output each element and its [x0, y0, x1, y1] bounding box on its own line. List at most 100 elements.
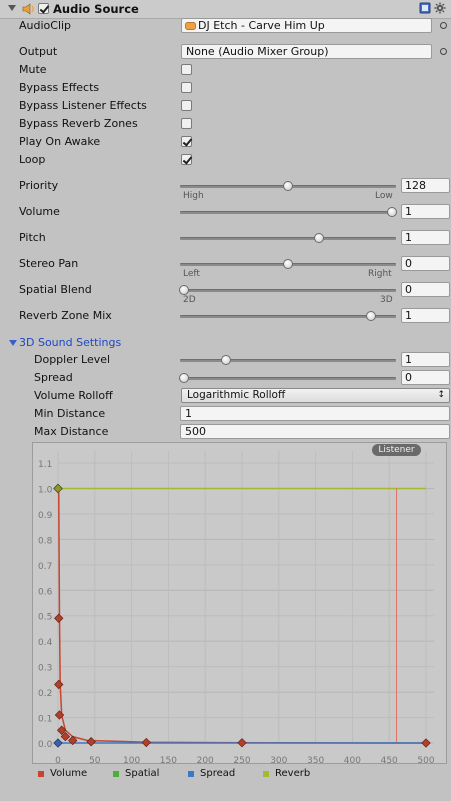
- min-distance-label: Min Distance: [34, 407, 106, 420]
- play-on-awake-label: Play On Awake: [19, 135, 101, 148]
- x-tick-label: 50: [89, 756, 101, 763]
- spatial-blend-min-label: 2D: [183, 295, 196, 305]
- spread-slider[interactable]: [180, 377, 396, 380]
- 3d-sound-settings-label: 3D Sound Settings: [19, 336, 122, 349]
- reverb-zone-mix-value-field[interactable]: 1: [401, 308, 450, 323]
- y-tick-label: 1.1: [38, 460, 52, 470]
- volume-rolloff-label: Volume Rolloff: [34, 389, 113, 402]
- stereo-pan-slider-thumb[interactable]: [283, 259, 293, 269]
- spatial-blend-value-field[interactable]: 0: [401, 282, 450, 297]
- volume-label: Volume: [19, 205, 60, 218]
- y-tick-label: 0.3: [38, 664, 52, 674]
- y-tick-label: 0.1: [38, 715, 52, 725]
- component-enabled-checkbox[interactable]: [38, 3, 49, 14]
- play-on-awake-checkbox[interactable]: [181, 136, 192, 147]
- reverb-zone-mix-slider-thumb[interactable]: [366, 311, 377, 321]
- priority-min-label: High: [183, 191, 204, 201]
- rolloff-graph-canvas: 1.1 1.0 0.9 0.8 0.7 0.6 0.5 0.4 0.3 0.2 0.1 0.00 50 1…: [38, 451, 435, 763]
- pitch-slider[interactable]: [180, 237, 396, 240]
- spread-slider-thumb[interactable]: [179, 373, 189, 383]
- y-tick-label: 0.0: [38, 740, 53, 750]
- dropdown-arrows-icon: ↕: [437, 390, 445, 400]
- object-picker-icon[interactable]: [440, 22, 447, 29]
- stereo-pan-max-label: Right: [368, 269, 392, 279]
- priority-value-field[interactable]: 128: [401, 178, 450, 193]
- listener-badge: Listener: [372, 444, 421, 456]
- component-title: Audio Source: [53, 2, 139, 16]
- collapse-triangle-icon[interactable]: [8, 5, 16, 11]
- volume-slider[interactable]: [180, 211, 396, 214]
- volume-key: [141, 737, 151, 748]
- x-tick-label: 300: [270, 756, 287, 763]
- y-tick-label: 0.2: [38, 689, 52, 699]
- bypass-effects-label: Bypass Effects: [19, 81, 100, 94]
- bypass-effects-checkbox[interactable]: [181, 82, 192, 93]
- volume-key: [421, 738, 431, 748]
- legend-spatial-swatch: [113, 771, 119, 777]
- gear-icon[interactable]: [434, 2, 446, 14]
- bypass-reverb-zones-label: Bypass Reverb Zones: [19, 117, 138, 130]
- max-distance-field[interactable]: 500: [180, 424, 450, 439]
- doppler-level-label: Doppler Level: [34, 353, 111, 366]
- loop-label: Loop: [19, 153, 46, 166]
- stereo-pan-label: Stereo Pan: [19, 257, 79, 270]
- pitch-slider-thumb[interactable]: [314, 233, 325, 243]
- volume-key: [86, 737, 96, 747]
- bypass-listener-effects-checkbox[interactable]: [181, 100, 192, 111]
- volume-slider-thumb[interactable]: [387, 207, 397, 217]
- volume-key: [54, 679, 64, 690]
- spread-value-field[interactable]: 0: [401, 370, 450, 385]
- volume-key: [237, 738, 247, 748]
- speaker-icon: [22, 3, 34, 15]
- spatial-blend-slider-thumb[interactable]: [179, 285, 189, 295]
- spatial-blend-label: Spatial Blend: [19, 283, 92, 296]
- rolloff-graph[interactable]: 1.1 1.0 0.9 0.8 0.7 0.6 0.5 0.4 0.3 0.2 0.1 0.0 0 50 1…: [32, 442, 447, 764]
- audio-clip-icon: [185, 22, 196, 30]
- reverb-zone-mix-label: Reverb Zone Mix: [19, 309, 112, 322]
- volume-rolloff-dropdown[interactable]: Logarithmic Rolloff ↕: [181, 388, 450, 403]
- spatial-blend-slider[interactable]: [180, 289, 396, 292]
- doppler-level-slider-thumb[interactable]: [220, 355, 231, 365]
- object-picker-icon[interactable]: [440, 48, 447, 55]
- legend-volume-swatch: [38, 771, 44, 777]
- bypass-reverb-zones-checkbox[interactable]: [181, 118, 192, 129]
- spatial-blend-max-label: 3D: [380, 295, 393, 305]
- stereo-pan-value-field[interactable]: 0: [401, 256, 450, 271]
- x-tick-label: 250: [233, 756, 250, 763]
- reverb-zone-mix-slider[interactable]: [180, 315, 396, 318]
- doppler-level-value-field[interactable]: 1: [401, 352, 450, 367]
- output-field[interactable]: None (Audio Mixer Group): [181, 44, 432, 59]
- reverb-key: [53, 483, 63, 494]
- legend-spread-swatch: [188, 771, 194, 777]
- y-tick-label: 0.4: [38, 638, 53, 648]
- spread-label: Spread: [34, 371, 73, 384]
- max-distance-label: Max Distance: [34, 425, 109, 438]
- pitch-value-field[interactable]: 1: [401, 230, 450, 245]
- component-header: Audio Source: [0, 0, 451, 19]
- priority-slider-thumb[interactable]: [283, 181, 293, 191]
- min-distance-field[interactable]: 1: [180, 406, 450, 421]
- x-tick-label: 200: [197, 756, 214, 763]
- y-tick-label: 1.0: [38, 485, 53, 495]
- x-tick-label: 150: [160, 756, 177, 763]
- audio-clip-field[interactable]: DJ Etch - Carve Him Up: [181, 18, 432, 33]
- loop-checkbox[interactable]: [181, 154, 192, 165]
- x-tick-label: 500: [417, 756, 434, 763]
- spread-key: [53, 738, 63, 748]
- y-tick-label: 0.5: [38, 613, 52, 623]
- help-book-icon[interactable]: [419, 2, 431, 14]
- expand-triangle-icon: [9, 340, 17, 346]
- stereo-pan-min-label: Left: [183, 269, 200, 279]
- priority-max-label: Low: [375, 191, 393, 201]
- audio-clip-label: AudioClip: [19, 19, 72, 32]
- x-tick-label: 400: [344, 756, 361, 763]
- doppler-level-slider[interactable]: [180, 359, 396, 362]
- mute-label: Mute: [19, 63, 47, 76]
- mute-checkbox[interactable]: [181, 64, 192, 75]
- legend-reverb-swatch: [263, 771, 269, 777]
- y-tick-label: 0.9: [38, 511, 53, 521]
- x-tick-label: 0: [55, 756, 61, 763]
- bypass-listener-effects-label: Bypass Listener Effects: [19, 99, 147, 112]
- y-tick-label: 0.6: [38, 587, 53, 597]
- volume-value-field[interactable]: 1: [401, 204, 450, 219]
